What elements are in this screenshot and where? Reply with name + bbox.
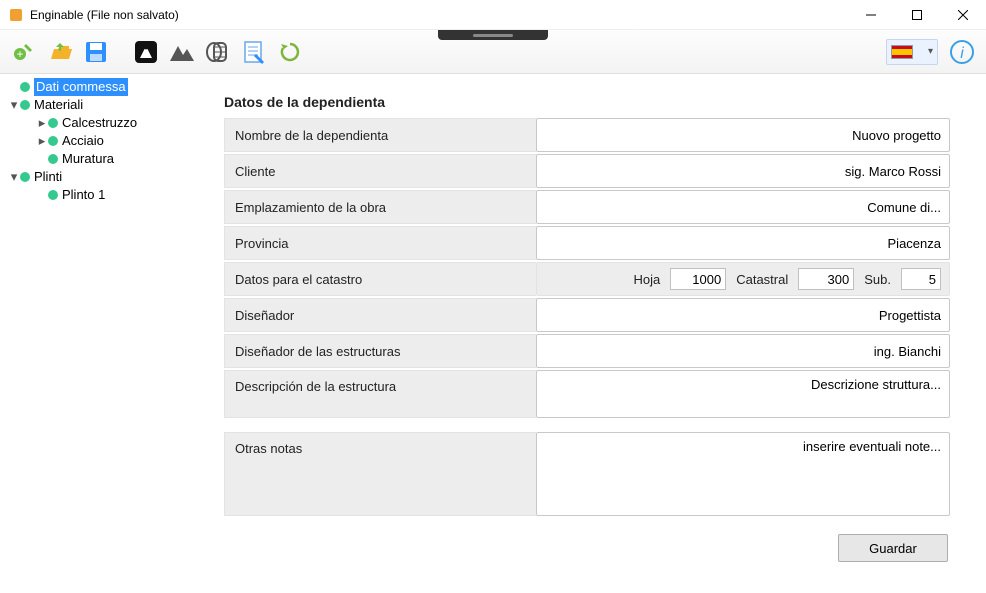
label-nombre: Nombre de la dependienta <box>224 118 536 152</box>
language-selector[interactable]: ▾ <box>886 39 938 65</box>
row-descripcion: Descripción de la estructura <box>224 370 950 418</box>
project-form: Nombre de la dependienta Cliente Emplaza… <box>224 118 950 516</box>
input-sub[interactable] <box>901 268 941 290</box>
svg-text:+: + <box>16 47 23 61</box>
project-tree[interactable]: Dati commessa ▾Materiali ▸Calcestruzzo ▸… <box>0 74 210 593</box>
label-emplazamiento: Emplazamiento de la obra <box>224 190 536 224</box>
input-catastral[interactable] <box>798 268 854 290</box>
row-disenador-estr: Diseñador de las estructuras <box>224 334 950 368</box>
tree-item-materiali[interactable]: ▾Materiali <box>6 96 204 114</box>
terrain-icon[interactable] <box>168 38 196 66</box>
input-hoja[interactable] <box>670 268 726 290</box>
caret-down-icon[interactable]: ▾ <box>8 96 20 114</box>
label-catastro: Datos para el catastro <box>224 262 536 296</box>
label-disenador-estr: Diseñador de las estructuras <box>224 334 536 368</box>
tree-item-plinto-1[interactable]: Plinto 1 <box>6 186 204 204</box>
bullet-icon <box>48 190 58 200</box>
window-title: Enginable (File non salvato) <box>30 8 179 22</box>
input-cliente[interactable] <box>545 164 941 179</box>
tree-item-calcestruzzo[interactable]: ▸Calcestruzzo <box>6 114 204 132</box>
weight-icon[interactable] <box>132 38 160 66</box>
chevron-down-icon: ▾ <box>928 46 933 57</box>
toolbar: + ▾ i <box>0 30 986 74</box>
drag-handle[interactable] <box>438 30 548 40</box>
input-nombre[interactable] <box>545 128 941 143</box>
refresh-icon[interactable] <box>276 38 304 66</box>
bullet-icon <box>48 154 58 164</box>
label-cliente: Cliente <box>224 154 536 188</box>
main-panel: Datos de la dependienta Nombre de la dep… <box>210 74 986 593</box>
label-descripcion: Descripción de la estructura <box>224 370 536 418</box>
tree-item-dati-commessa[interactable]: Dati commessa <box>6 78 204 96</box>
row-catastro: Datos para el catastro Hoja Catastral Su… <box>224 262 950 296</box>
caret-down-icon[interactable]: ▾ <box>8 168 20 186</box>
bullet-icon <box>48 136 58 146</box>
bullet-icon <box>20 100 30 110</box>
caret-right-icon[interactable]: ▸ <box>36 132 48 150</box>
save-button[interactable]: Guardar <box>838 534 948 562</box>
close-button[interactable] <box>940 0 986 30</box>
textarea-otras[interactable] <box>545 433 941 515</box>
new-icon[interactable]: + <box>10 38 38 66</box>
bullet-icon <box>20 172 30 182</box>
flag-es-icon <box>891 45 913 59</box>
caret-right-icon[interactable]: ▸ <box>36 114 48 132</box>
label-provincia: Provincia <box>224 226 536 260</box>
tree-item-acciaio[interactable]: ▸Acciaio <box>6 132 204 150</box>
label-hoja: Hoja <box>633 272 660 287</box>
notes-icon[interactable] <box>240 38 268 66</box>
svg-text:i: i <box>960 45 964 62</box>
input-emplazamiento[interactable] <box>545 200 941 215</box>
label-disenador: Diseñador <box>224 298 536 332</box>
textarea-descripcion[interactable] <box>545 371 941 417</box>
open-icon[interactable] <box>46 38 74 66</box>
row-disenador: Diseñador <box>224 298 950 332</box>
minimize-button[interactable] <box>848 0 894 30</box>
input-disenador[interactable] <box>545 308 941 323</box>
maximize-button[interactable] <box>894 0 940 30</box>
row-cliente: Cliente <box>224 154 950 188</box>
info-icon[interactable]: i <box>948 38 976 66</box>
tape-icon[interactable] <box>204 38 232 66</box>
input-provincia[interactable] <box>545 236 941 251</box>
row-emplazamiento: Emplazamiento de la obra <box>224 190 950 224</box>
titlebar: Enginable (File non salvato) <box>0 0 986 30</box>
label-catastral: Catastral <box>736 272 788 287</box>
label-sub: Sub. <box>864 272 891 287</box>
row-otras: Otras notas <box>224 432 950 516</box>
input-disenador-estr[interactable] <box>545 344 941 359</box>
save-icon[interactable] <box>82 38 110 66</box>
app-icon <box>8 7 24 23</box>
bullet-icon <box>48 118 58 128</box>
bullet-icon <box>20 82 30 92</box>
section-title: Datos de la dependienta <box>224 94 950 110</box>
label-otras: Otras notas <box>224 432 536 516</box>
tree-item-plinti[interactable]: ▾Plinti <box>6 168 204 186</box>
tree-item-muratura[interactable]: Muratura <box>6 150 204 168</box>
row-nombre: Nombre de la dependienta <box>224 118 950 152</box>
row-provincia: Provincia <box>224 226 950 260</box>
